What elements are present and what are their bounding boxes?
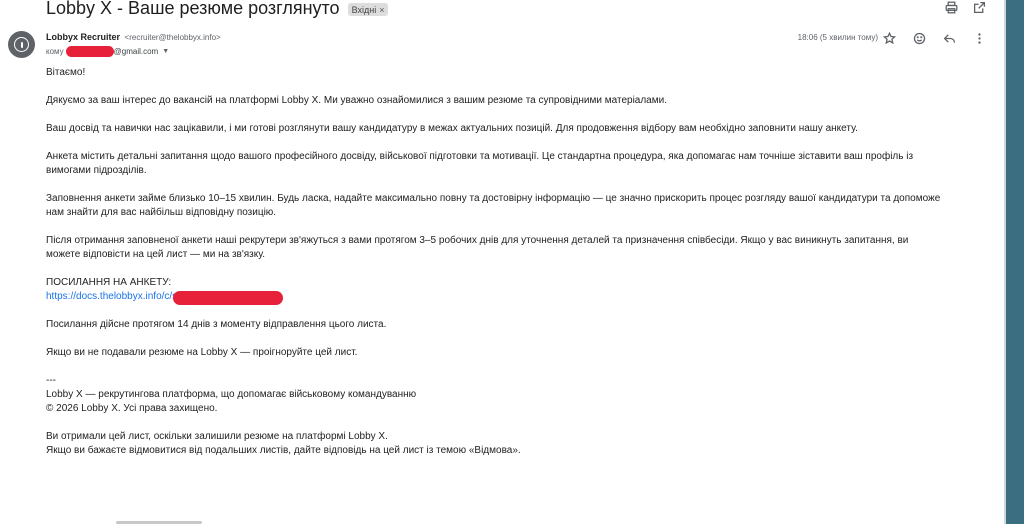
form-link[interactable]: https://docs.thelobbyx.info/c/s	[46, 290, 177, 304]
reply-icon[interactable]	[942, 31, 956, 45]
label-text: Вхідні	[351, 4, 377, 15]
open-in-new-icon[interactable]	[972, 0, 986, 14]
greeting: Вітаємо!	[46, 67, 86, 78]
top-actions	[944, 0, 986, 14]
sender-name: Lobbyx Recruiter	[46, 32, 121, 42]
paragraph-4-line-1: Заповнення анкети займе близько 10–15 хв…	[46, 193, 941, 204]
recipient-line: кому @gmail.com ▼	[46, 46, 169, 57]
warning-avatar-icon	[8, 31, 35, 58]
recipient-prefix: кому	[46, 47, 64, 56]
print-icon[interactable]	[944, 0, 958, 14]
footer-note: Ви отримали цей лист, оскільки залишили …	[46, 430, 996, 458]
signature-separator: ---	[46, 375, 56, 386]
redaction-mark	[65, 46, 114, 57]
paragraph-3-line-1: Анкета містить детальні запитання щодо в…	[46, 151, 914, 162]
chevron-down-icon[interactable]: ▼	[162, 48, 169, 55]
sender: Lobbyx Recruiter <recruiter@thelobbyx.in…	[46, 32, 221, 42]
paragraph-1: Дякуємо за ваш інтерес до вакансій на пл…	[46, 95, 667, 106]
subject-row: Lobby X - Ваше резюме розглянуто Вхідні …	[46, 0, 389, 20]
inbox-label-chip[interactable]: Вхідні ×	[347, 3, 389, 16]
sender-email: <recruiter@thelobbyx.info>	[124, 33, 221, 42]
star-icon[interactable]	[882, 31, 896, 45]
footer-line-1: Ви отримали цей лист, оскільки залишили …	[46, 431, 388, 442]
footer-line-2: Якщо ви бажаєте відмовитися від подальши…	[46, 445, 521, 456]
paragraph-4-line-2: нам знайти для вас найбільш відповідну п…	[46, 207, 277, 218]
redaction-mark	[173, 291, 284, 305]
paragraph-5-line-1: Після отримання заповненої анкети наші р…	[46, 235, 909, 246]
window-edge	[1004, 0, 1024, 524]
signature-line-1: Lobby X — рекрутингова платформа, що доп…	[46, 389, 417, 400]
more-vert-icon[interactable]	[972, 31, 986, 45]
paragraph-2: Ваш досвід та навички нас зацікавили, і …	[46, 123, 858, 134]
remove-label-icon[interactable]: ×	[379, 5, 384, 15]
paragraph-4: Заповнення анкети займе близько 10–15 хв…	[46, 192, 996, 220]
validity-note: Посилання дійсне протягом 14 днів з моме…	[46, 319, 387, 330]
email-view: Lobby X - Ваше резюме розглянуто Вхідні …	[0, 0, 1004, 524]
paragraph-5: Після отримання заповненої анкети наші р…	[46, 234, 996, 262]
ignore-note: Якщо ви не подавали резюме на Lobby X — …	[46, 347, 358, 358]
email-timestamp: 18:06 (5 хвилин тому)	[797, 33, 878, 42]
email-body: Вітаємо! Дякуємо за ваш інтерес до вакан…	[46, 66, 996, 472]
email-subject: Lobby X - Ваше резюме розглянуто	[46, 0, 340, 18]
paragraph-3: Анкета містить детальні запитання щодо в…	[46, 150, 996, 178]
emoji-icon[interactable]	[912, 31, 926, 45]
signature: --- Lobby X — рекрутингова платформа, що…	[46, 374, 996, 416]
paragraph-3-line-2: вимогами підрозділів.	[46, 165, 147, 176]
message-actions	[882, 31, 986, 45]
link-label: ПОСИЛАННЯ НА АНКЕТУ:	[46, 277, 172, 288]
signature-line-2: © 2026 Lobby X. Усі права захищено.	[46, 403, 218, 414]
form-link-row: https://docs.thelobbyx.info/c/s	[46, 290, 996, 305]
recipient-domain: @gmail.com	[113, 47, 159, 56]
paragraph-5-line-2: можете відповісти на цей лист — ми на зв…	[46, 249, 266, 260]
